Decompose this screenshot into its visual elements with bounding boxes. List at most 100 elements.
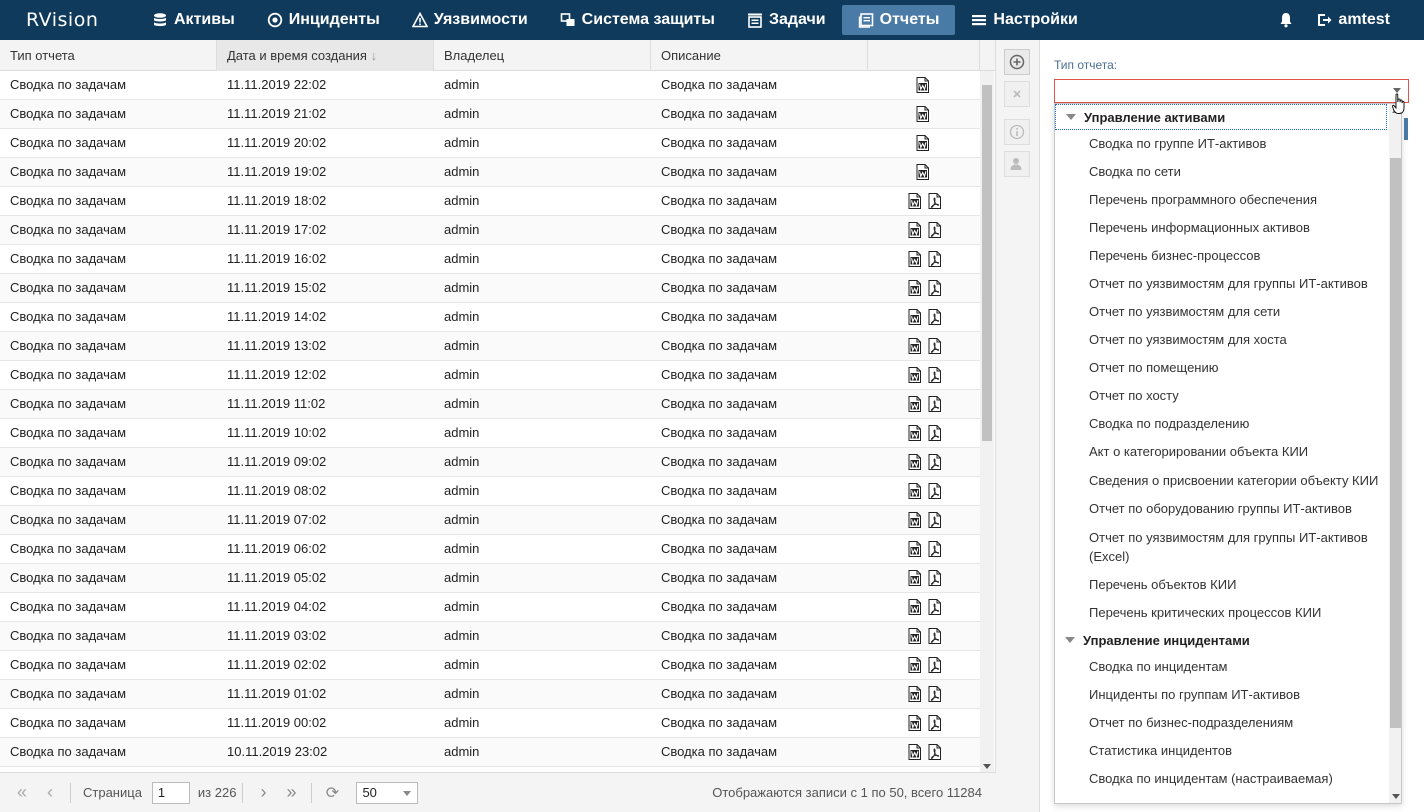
table-row[interactable]: Сводка по задачам 11.11.2019 20:02 admin Св…: [0, 129, 980, 158]
pdf-file-icon[interactable]: [927, 686, 942, 702]
word-file-icon[interactable]: [907, 570, 922, 586]
scrollbar-thumb[interactable]: [1390, 158, 1401, 728]
table-row[interactable]: Сводка по задачам 11.11.2019 04:02 admin Св…: [0, 593, 980, 622]
dropdown-option[interactable]: Отчет по оборудованию группы ИТ-активов: [1055, 495, 1389, 523]
word-file-icon[interactable]: [907, 309, 922, 325]
table-row[interactable]: Сводка по задачам 11.11.2019 16:02 admin Св…: [0, 245, 980, 274]
nav-item-2[interactable]: Уязвимости: [396, 5, 544, 35]
word-file-icon[interactable]: [907, 280, 922, 296]
word-file-icon[interactable]: [907, 425, 922, 441]
pdf-file-icon[interactable]: [927, 599, 942, 615]
dropdown-option[interactable]: Статистика инцидентов: [1055, 737, 1389, 765]
pdf-file-icon[interactable]: [927, 657, 942, 673]
nav-item-6[interactable]: Настройки: [955, 5, 1093, 35]
dropdown-option[interactable]: Инциденты по группам ИТ-активов: [1055, 681, 1389, 709]
table-row[interactable]: Сводка по задачам 11.11.2019 12:02 admin Св…: [0, 361, 980, 390]
page-size-select[interactable]: 50: [356, 781, 419, 804]
pdf-file-icon[interactable]: [927, 483, 942, 499]
dropdown-option[interactable]: Отчет по уязвимостям для сети: [1055, 298, 1389, 326]
scroll-down-arrow[interactable]: [983, 764, 991, 769]
table-row[interactable]: Сводка по задачам 11.11.2019 09:02 admin Св…: [0, 448, 980, 477]
brand-logo[interactable]: RVision: [0, 9, 136, 31]
dropdown-option[interactable]: Сводка по инцидентам: [1055, 653, 1389, 681]
word-file-icon[interactable]: [907, 744, 922, 760]
dropdown-scrollbar[interactable]: [1389, 104, 1401, 803]
next-page-button[interactable]: ›: [249, 782, 277, 803]
table-row[interactable]: Сводка по задачам 11.11.2019 01:02 admin Св…: [0, 680, 980, 709]
word-file-icon[interactable]: [915, 77, 930, 93]
scroll-down-arrow[interactable]: [1392, 794, 1400, 799]
word-file-icon[interactable]: [907, 454, 922, 470]
scrollbar-thumb[interactable]: [982, 85, 992, 441]
dropdown-option[interactable]: Перечень критических процессов КИИ: [1055, 599, 1389, 627]
pdf-file-icon[interactable]: [927, 251, 942, 267]
table-row[interactable]: Сводка по задачам 11.11.2019 03:02 admin Св…: [0, 622, 980, 651]
table-row[interactable]: Сводка по задачам 11.11.2019 06:02 admin Св…: [0, 535, 980, 564]
table-row[interactable]: Сводка по задачам 11.11.2019 21:02 admin Св…: [0, 100, 980, 129]
dropdown-option[interactable]: Отчет по бизнес-подразделениям: [1055, 709, 1389, 737]
assign-user-button[interactable]: [1004, 151, 1030, 177]
word-file-icon[interactable]: [907, 396, 922, 412]
nav-item-1[interactable]: Инциденты: [251, 5, 396, 35]
dropdown-option[interactable]: Перечень программного обеспечения: [1055, 186, 1389, 214]
dropdown-option[interactable]: Сводка по инцидентам (настраиваемая): [1055, 765, 1389, 793]
dropdown-option[interactable]: Акт о категорировании объекта КИИ: [1055, 438, 1389, 466]
word-file-icon[interactable]: [907, 193, 922, 209]
pdf-file-icon[interactable]: [927, 367, 942, 383]
dropdown-option[interactable]: Сводка по подразделению: [1055, 410, 1389, 438]
pdf-file-icon[interactable]: [927, 512, 942, 528]
word-file-icon[interactable]: [907, 686, 922, 702]
column-header-owner[interactable]: Владелец: [434, 40, 651, 71]
last-page-button[interactable]: »: [277, 782, 305, 803]
dropdown-option[interactable]: Отчет по уязвимостям для группы ИТ-актив…: [1055, 523, 1389, 571]
word-file-icon[interactable]: [907, 657, 922, 673]
word-file-icon[interactable]: [907, 541, 922, 557]
word-file-icon[interactable]: [907, 338, 922, 354]
refresh-icon[interactable]: ⟳: [318, 783, 346, 803]
table-row[interactable]: Сводка по задачам 11.11.2019 17:02 admin Св…: [0, 216, 980, 245]
column-header-date[interactable]: Дата и время создания ↓: [217, 40, 434, 71]
pdf-file-icon[interactable]: [927, 396, 942, 412]
dropdown-option[interactable]: Перечень объектов КИИ: [1055, 571, 1389, 599]
pdf-file-icon[interactable]: [927, 715, 942, 731]
dropdown-option[interactable]: Сводка по группе ИТ-активов: [1055, 130, 1389, 158]
table-row[interactable]: Сводка по задачам 11.11.2019 15:02 admin Св…: [0, 274, 980, 303]
dropdown-option[interactable]: Отчет по уязвимостям для группы ИТ-актив…: [1055, 270, 1389, 298]
user-menu[interactable]: amtest: [1316, 11, 1390, 29]
dropdown-option[interactable]: Отчет по хосту: [1055, 382, 1389, 410]
column-header-description[interactable]: Описание: [651, 40, 868, 71]
nav-item-3[interactable]: Система защиты: [544, 5, 731, 35]
collapse-triangle-icon[interactable]: [1065, 637, 1075, 643]
report-type-select[interactable]: [1054, 79, 1409, 103]
nav-item-4[interactable]: Задачи: [731, 5, 842, 35]
prev-page-button[interactable]: ‹: [36, 782, 64, 803]
word-file-icon[interactable]: [907, 599, 922, 615]
add-report-button[interactable]: [1004, 49, 1030, 75]
table-row[interactable]: Сводка по задачам 11.11.2019 00:02 admin Св…: [0, 709, 980, 738]
delete-button[interactable]: [1004, 81, 1030, 107]
table-row[interactable]: Сводка по задачам 11.11.2019 19:02 admin Св…: [0, 158, 980, 187]
table-row[interactable]: Сводка по задачам 11.11.2019 05:02 admin Св…: [0, 564, 980, 593]
dropdown-option[interactable]: Перечень бизнес-процессов: [1055, 242, 1389, 270]
dropdown-option[interactable]: Перечень информационных активов: [1055, 214, 1389, 242]
dropdown-group-header[interactable]: Управление инцидентами: [1055, 627, 1389, 653]
table-row[interactable]: Сводка по задачам 10.11.2019 23:02 admin Св…: [0, 738, 980, 767]
table-row[interactable]: Сводка по задачам 11.11.2019 13:02 admin Св…: [0, 332, 980, 361]
pdf-file-icon[interactable]: [927, 280, 942, 296]
table-row[interactable]: Сводка по задачам 11.11.2019 18:02 admin Св…: [0, 187, 980, 216]
bell-icon[interactable]: [1278, 12, 1294, 28]
nav-item-0[interactable]: Активы: [136, 5, 251, 35]
table-row[interactable]: Сводка по задачам 11.11.2019 10:02 admin Св…: [0, 419, 980, 448]
dropdown-option[interactable]: Отчет по уязвимостям для хоста: [1055, 326, 1389, 354]
table-row[interactable]: Сводка по задачам 11.11.2019 14:02 admin Св…: [0, 303, 980, 332]
hidden-button-edge[interactable]: [1404, 118, 1408, 140]
dropdown-option[interactable]: Отчет по помещению: [1055, 354, 1389, 382]
info-button[interactable]: [1004, 119, 1030, 145]
word-file-icon[interactable]: [907, 222, 922, 238]
nav-item-5[interactable]: Отчеты: [841, 5, 956, 35]
table-row[interactable]: Сводка по задачам 11.11.2019 08:02 admin Св…: [0, 477, 980, 506]
dropdown-option[interactable]: Сведения о присвоении категории объекту …: [1055, 466, 1389, 495]
word-file-icon[interactable]: [915, 135, 930, 151]
first-page-button[interactable]: «: [8, 782, 36, 803]
pdf-file-icon[interactable]: [927, 338, 942, 354]
